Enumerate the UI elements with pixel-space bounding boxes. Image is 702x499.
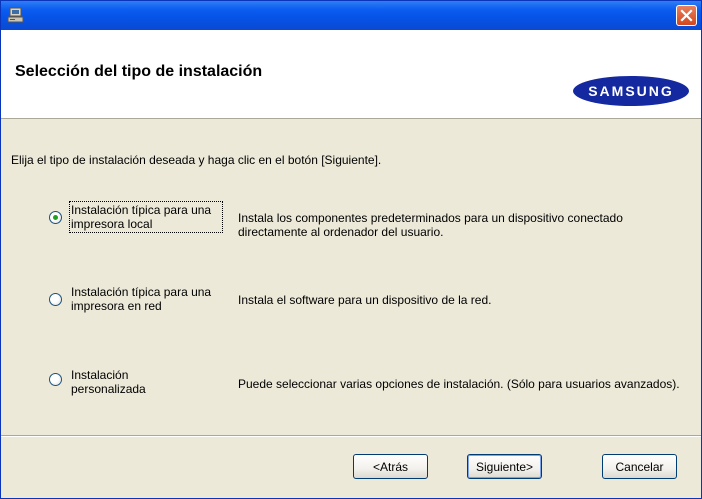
- cancel-button[interactable]: Cancelar: [602, 454, 677, 479]
- close-icon: [680, 9, 693, 22]
- title-bar[interactable]: [1, 1, 701, 30]
- header-panel: Selección del tipo de instalación SAMSUN…: [1, 30, 701, 119]
- samsung-logo: SAMSUNG: [573, 76, 689, 106]
- footer-separator: [1, 435, 701, 437]
- installer-computer-icon: [7, 6, 25, 24]
- option-label-network[interactable]: Instalación típica para una impresora en…: [71, 285, 221, 313]
- option-label-local[interactable]: Instalación típica para una impresora lo…: [69, 201, 223, 233]
- radio-network-typical[interactable]: [49, 293, 62, 306]
- instruction-text: Elija el tipo de instalación deseada y h…: [11, 153, 382, 167]
- installer-window: Selección del tipo de instalación SAMSUN…: [0, 0, 702, 499]
- option-description-network: Instala el software para un dispositivo …: [238, 293, 492, 307]
- back-button[interactable]: <Atrás: [353, 454, 428, 479]
- page-title: Selección del tipo de instalación: [15, 63, 263, 80]
- svg-text:SAMSUNG: SAMSUNG: [588, 83, 674, 99]
- radio-local-typical[interactable]: [49, 211, 62, 224]
- radio-selected-dot: [53, 215, 58, 220]
- radio-custom[interactable]: [49, 373, 62, 386]
- option-label-custom[interactable]: Instalación personalizada: [71, 368, 161, 396]
- close-button[interactable]: [676, 5, 697, 26]
- option-description-local: Instala los componentes predeterminados …: [238, 211, 623, 239]
- option-description-custom: Puede seleccionar varias opciones de ins…: [238, 377, 680, 391]
- next-button[interactable]: Siguiente>: [467, 454, 542, 479]
